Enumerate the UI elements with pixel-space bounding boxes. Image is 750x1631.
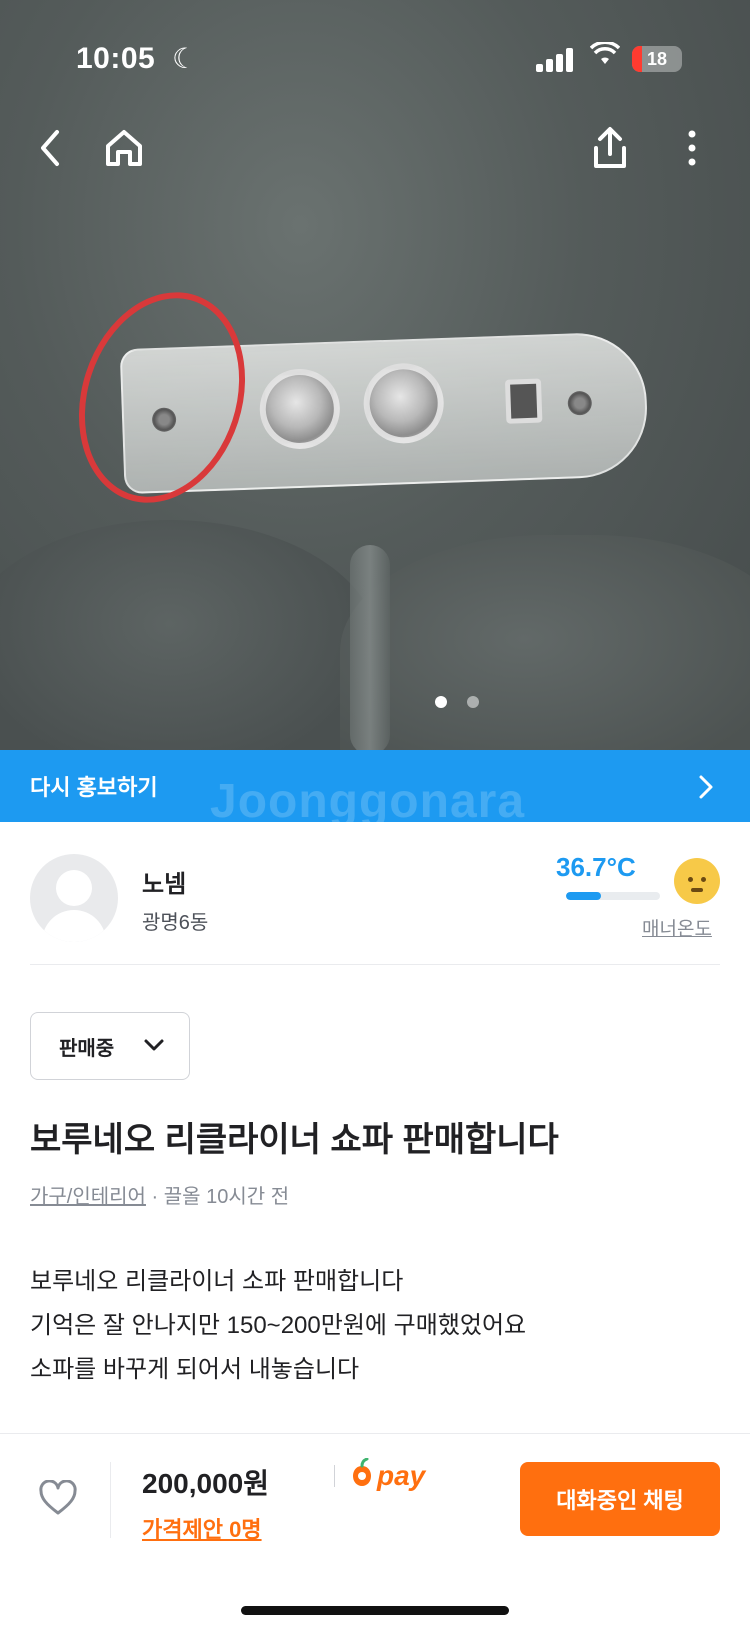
chevron-down-icon: [143, 1038, 165, 1057]
sale-status-dropdown[interactable]: 판매중: [30, 1012, 190, 1080]
pay-label: pay: [377, 1459, 426, 1491]
back-arrow-icon[interactable]: [24, 122, 76, 174]
gallery-dot[interactable]: [467, 696, 479, 708]
temperature-bar: [566, 892, 660, 900]
description-line: 보루네오 리클라이너 소파 판매합니다: [30, 1268, 404, 1295]
chevron-right-icon: [698, 774, 714, 805]
seller-name[interactable]: 노넴: [142, 864, 186, 899]
signal-icon: [536, 48, 576, 72]
battery-icon: 18: [632, 46, 682, 72]
listing-title: 보루네오 리클라이너 쇼파 판매합니다: [30, 1121, 559, 1159]
moon-icon: ☾: [172, 43, 198, 74]
clock: 10:05: [76, 42, 156, 75]
description-line: 기억은 잘 안나지만 150~200만원에 구매했었어요: [30, 1312, 527, 1339]
seller-section[interactable]: 노넴 광명6동 36.7°C 매너온도: [0, 822, 750, 964]
heart-icon[interactable]: [34, 1474, 82, 1522]
pay-badge: pay: [334, 1457, 426, 1493]
avatar[interactable]: [30, 854, 118, 942]
listing-description: 보루네오 리클라이너 소파 판매합니다 기억은 잘 안나지만 150~200만원…: [30, 1260, 720, 1392]
manner-temperature: 36.7°C: [556, 852, 636, 882]
seller-region: 광명6동: [142, 912, 209, 934]
button-knob-left: [258, 367, 342, 451]
bump-time: · 끌올 10시간 전: [145, 1186, 290, 1208]
button-knob-right: [362, 361, 446, 445]
wifi-icon: [589, 40, 621, 73]
gallery-dot-active[interactable]: [435, 696, 447, 708]
sofa-cushion-left: [0, 520, 380, 750]
carrot-pay-icon: [351, 1457, 373, 1493]
description-line: 소파를 바꾸게 되어서 내놓습니다: [30, 1356, 360, 1383]
category-link[interactable]: 가구/인테리어: [30, 1186, 146, 1208]
smiley-face-icon: [674, 858, 720, 904]
watermark: Joonggonara: [210, 775, 526, 828]
promote-again-label: 다시 홍보하기: [30, 775, 158, 800]
product-photo[interactable]: [0, 0, 750, 750]
battery-level: 18: [646, 49, 668, 69]
gallery-indicator: [0, 696, 750, 712]
price-offer-link[interactable]: 가격제안 0명: [142, 1512, 262, 1544]
price: 200,000원: [142, 1468, 269, 1499]
sofa-cushion-right: [340, 535, 750, 750]
listing-meta: 가구/인테리어 · 끌올 10시간 전: [30, 1180, 289, 1209]
top-nav: [0, 118, 750, 178]
sofa-seam: [350, 545, 390, 750]
usb-port: [504, 378, 543, 424]
sale-status-label: 판매중: [59, 1037, 115, 1060]
screw-right: [567, 390, 593, 416]
home-icon[interactable]: [98, 122, 150, 174]
bottom-bar: 200,000원 pay 가격제안 0명 대화중인 채팅: [0, 1433, 750, 1631]
home-indicator: [241, 1606, 509, 1615]
status-bar: 10:05 ☾ 18: [0, 36, 750, 86]
more-vertical-icon[interactable]: [666, 122, 718, 174]
manner-temperature-link[interactable]: 매너온도: [642, 914, 712, 941]
divider: [30, 964, 720, 965]
share-icon[interactable]: [584, 122, 636, 174]
promote-again-bar[interactable]: 다시 홍보하기 Joonggonara: [0, 750, 750, 828]
chat-button[interactable]: 대화중인 채팅: [520, 1462, 720, 1536]
vertical-divider: [110, 1462, 111, 1538]
